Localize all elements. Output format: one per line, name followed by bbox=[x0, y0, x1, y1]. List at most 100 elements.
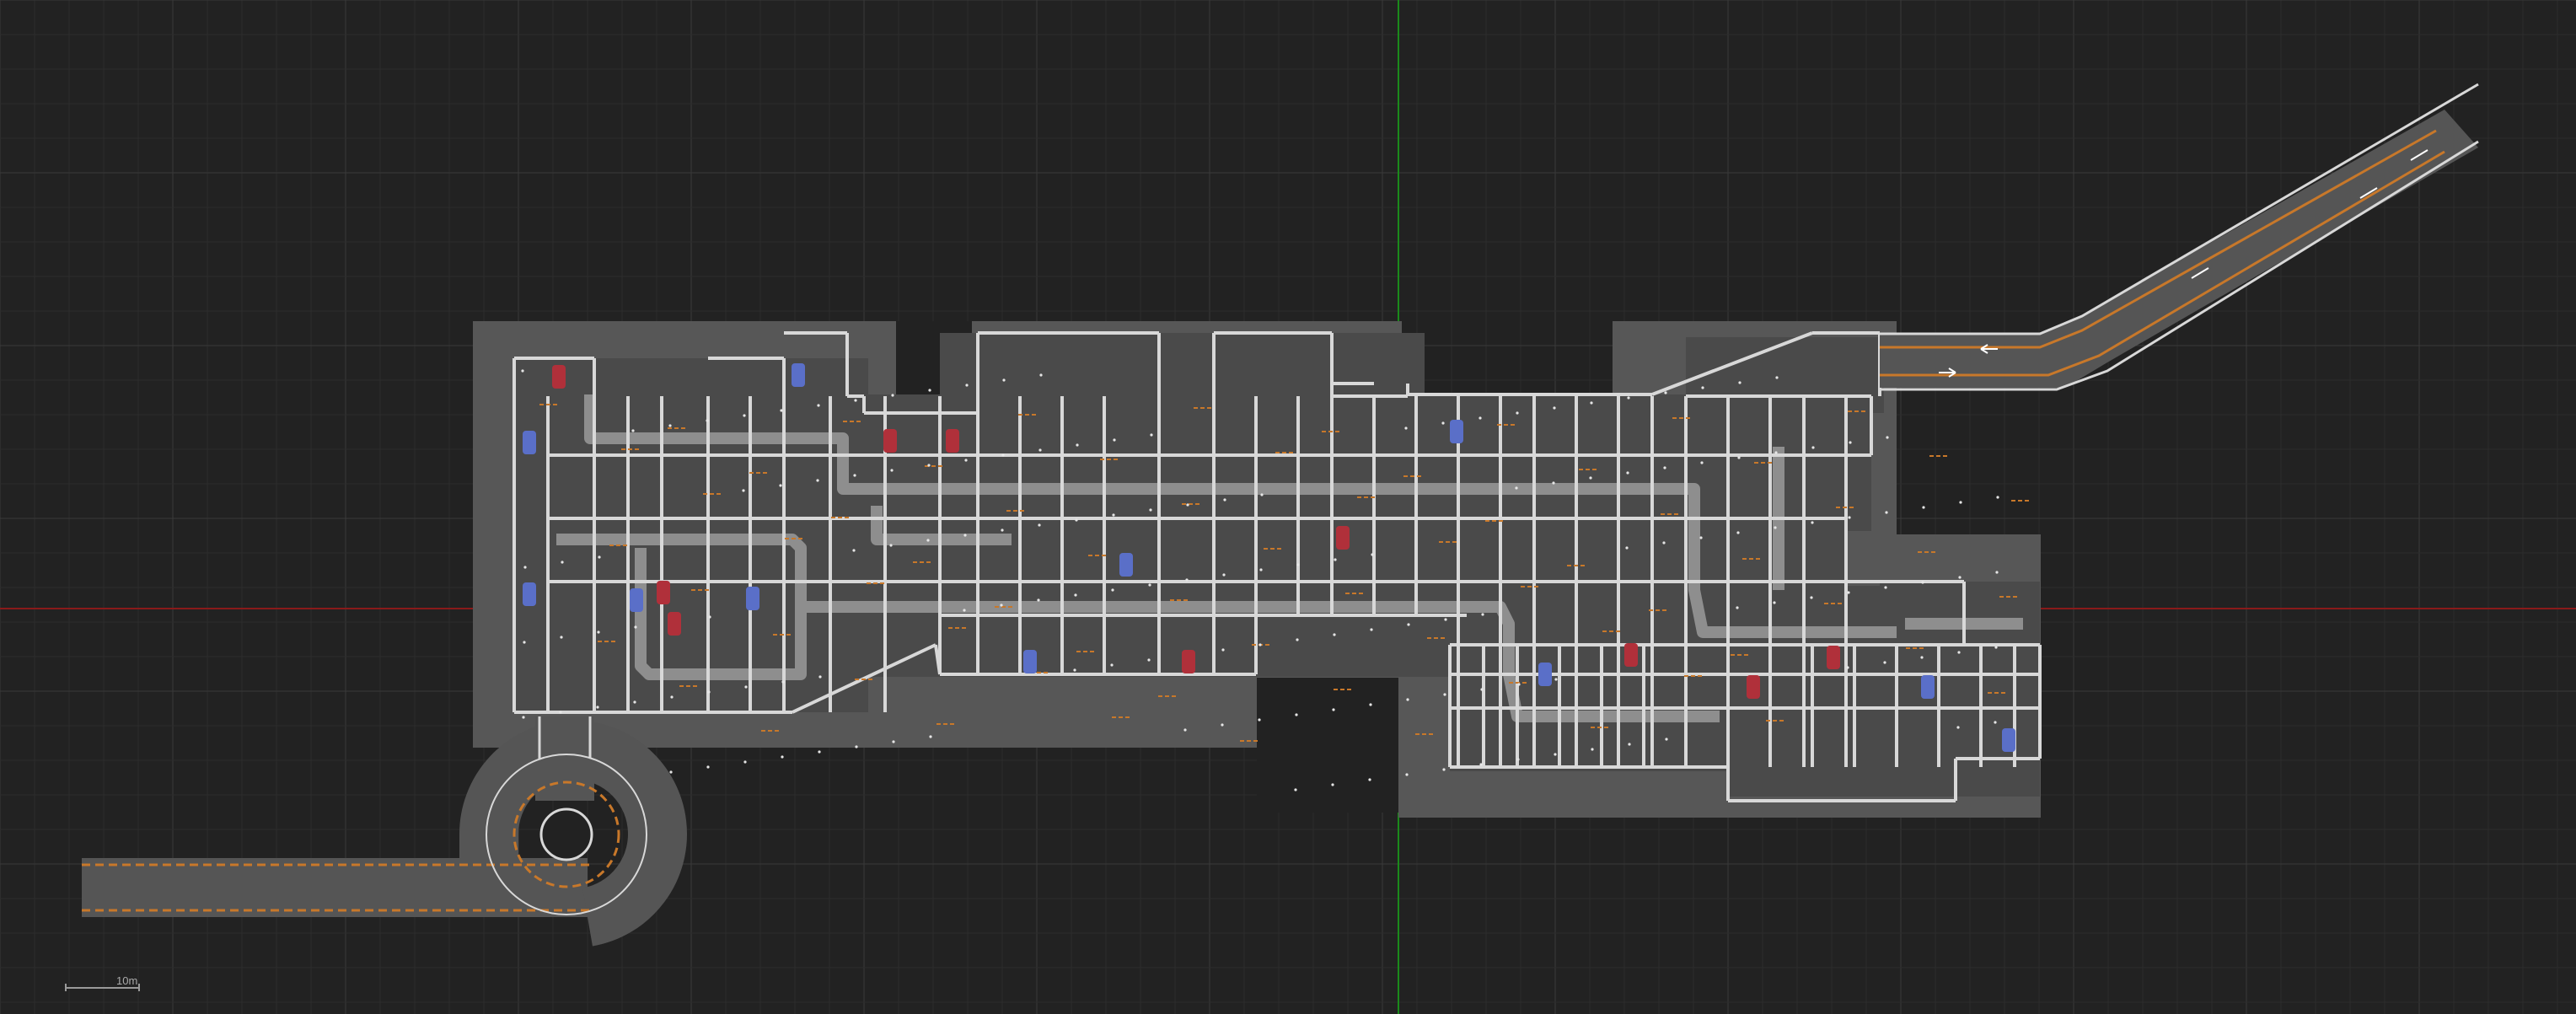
column-marker bbox=[963, 534, 967, 537]
blue-vehicle bbox=[2002, 728, 2015, 752]
column-marker bbox=[1441, 421, 1445, 425]
viewport-canvas[interactable]: 10m bbox=[0, 0, 2576, 1014]
column-marker bbox=[1481, 613, 1484, 616]
column-marker bbox=[1075, 518, 1078, 522]
column-marker bbox=[1700, 461, 1704, 464]
column-marker bbox=[965, 384, 969, 387]
blue-vehicle bbox=[1921, 675, 1935, 699]
column-marker bbox=[1773, 601, 1776, 604]
column-marker bbox=[523, 641, 526, 644]
column-marker bbox=[1774, 526, 1777, 529]
column-marker bbox=[817, 404, 820, 407]
column-marker bbox=[1995, 571, 1999, 574]
column-marker bbox=[1038, 523, 1041, 527]
red-vehicle bbox=[946, 429, 959, 453]
column-marker bbox=[669, 770, 673, 774]
column-marker bbox=[1444, 618, 1447, 621]
column-marker bbox=[1920, 656, 1924, 659]
parking-bay bbox=[1686, 337, 1884, 413]
column-marker bbox=[1405, 773, 1409, 776]
column-marker bbox=[1957, 651, 1961, 654]
column-marker bbox=[1846, 666, 1849, 669]
column-marker bbox=[598, 555, 601, 559]
column-marker bbox=[1664, 391, 1667, 394]
red-vehicle bbox=[657, 581, 670, 604]
column-marker bbox=[706, 765, 710, 769]
column-marker bbox=[1590, 401, 1593, 405]
column-marker bbox=[852, 549, 856, 552]
column-marker bbox=[1662, 541, 1666, 545]
blue-vehicle bbox=[630, 588, 643, 612]
column-marker bbox=[1295, 713, 1298, 716]
column-marker bbox=[927, 464, 931, 467]
column-marker bbox=[1260, 493, 1264, 496]
column-marker bbox=[1516, 411, 1519, 415]
red-vehicle bbox=[1624, 643, 1638, 667]
column-marker bbox=[1774, 451, 1778, 454]
red-vehicle bbox=[1182, 650, 1195, 673]
column-marker bbox=[560, 636, 563, 639]
column-marker bbox=[890, 469, 894, 472]
column-marker bbox=[1922, 506, 1925, 509]
column-marker bbox=[522, 716, 525, 719]
column-marker bbox=[1627, 396, 1630, 400]
red-vehicle bbox=[1747, 675, 1760, 699]
column-marker bbox=[1810, 596, 1813, 599]
column-marker bbox=[706, 419, 709, 422]
column-marker bbox=[1223, 498, 1226, 502]
column-marker bbox=[1663, 466, 1666, 469]
column-marker bbox=[1775, 376, 1779, 379]
column-marker bbox=[1849, 441, 1852, 444]
blue-vehicle bbox=[792, 363, 805, 387]
column-marker bbox=[521, 369, 524, 373]
column-marker bbox=[779, 484, 782, 487]
column-marker bbox=[1553, 406, 1556, 410]
column-marker bbox=[928, 389, 931, 392]
column-marker bbox=[1625, 546, 1629, 550]
column-marker bbox=[633, 700, 636, 704]
column-marker bbox=[1368, 778, 1371, 781]
column-marker bbox=[561, 561, 564, 564]
column-marker bbox=[1149, 508, 1152, 512]
column-marker bbox=[1737, 456, 1741, 459]
column-marker bbox=[1037, 598, 1040, 602]
column-marker bbox=[1516, 758, 1520, 761]
blue-vehicle bbox=[1119, 553, 1133, 577]
column-marker bbox=[1479, 416, 1482, 420]
column-marker bbox=[1996, 496, 1999, 499]
column-marker bbox=[1407, 623, 1410, 626]
red-vehicle bbox=[552, 365, 566, 389]
column-marker bbox=[743, 414, 746, 417]
column-marker bbox=[1591, 748, 1594, 751]
column-marker bbox=[1332, 708, 1335, 711]
column-marker bbox=[1811, 446, 1815, 449]
column-marker bbox=[668, 424, 672, 427]
column-marker bbox=[1150, 433, 1153, 437]
column-marker bbox=[1848, 516, 1851, 519]
column-marker bbox=[1258, 718, 1261, 722]
column-marker bbox=[1959, 501, 1962, 504]
parking-bay bbox=[1332, 333, 1425, 396]
column-marker bbox=[1369, 703, 1372, 706]
column-marker bbox=[1185, 578, 1189, 582]
column-marker bbox=[854, 399, 857, 402]
column-marker bbox=[1296, 563, 1300, 566]
column-marker bbox=[1628, 743, 1631, 746]
column-marker bbox=[1113, 438, 1116, 442]
column-marker bbox=[1515, 486, 1518, 490]
parking-bay bbox=[1846, 396, 1871, 531]
column-marker bbox=[1736, 606, 1739, 609]
column-marker bbox=[1994, 721, 1997, 724]
column-marker bbox=[744, 685, 748, 689]
blue-vehicle bbox=[746, 587, 759, 610]
column-marker bbox=[1699, 536, 1703, 539]
column-marker bbox=[1701, 386, 1704, 389]
column-marker bbox=[781, 755, 784, 759]
column-marker bbox=[1148, 583, 1151, 587]
blue-vehicle bbox=[1538, 663, 1552, 686]
column-marker bbox=[1958, 576, 1962, 579]
red-vehicle bbox=[883, 429, 897, 453]
column-marker bbox=[1811, 521, 1814, 524]
column-marker bbox=[1073, 668, 1076, 672]
column-marker bbox=[1001, 528, 1004, 532]
